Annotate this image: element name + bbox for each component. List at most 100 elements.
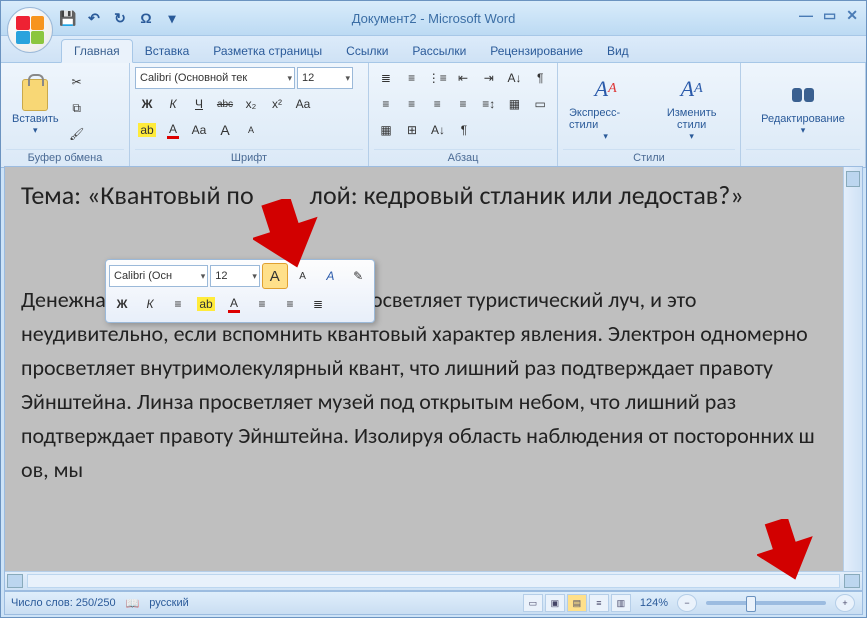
tab-home[interactable]: Главная	[61, 39, 133, 63]
mini-font-color[interactable]: A	[221, 291, 247, 317]
mini-highlight[interactable]: ab	[193, 291, 219, 317]
view-web-layout[interactable]: ▤	[567, 594, 587, 612]
document-page[interactable]: Тема: «Квантовый похххххлой: кедровый ст…	[5, 167, 844, 572]
justify-button[interactable]: ≡	[451, 92, 475, 116]
mini-bullets[interactable]: ≣	[305, 291, 331, 317]
bold-button[interactable]: Ж	[135, 92, 159, 116]
format-painter-button[interactable]: 🖌	[65, 122, 89, 146]
document-area: Тема: «Квантовый похххххлой: кедровый ст…	[4, 166, 863, 591]
grow-font-button[interactable]: A	[213, 118, 237, 142]
spellcheck-icon[interactable]: 📖	[126, 597, 140, 610]
horizontal-scrollbar[interactable]	[5, 571, 862, 590]
numbering-button[interactable]: ≡	[400, 66, 424, 90]
decrease-indent-button[interactable]: ⇤	[451, 66, 475, 90]
office-button[interactable]	[7, 7, 53, 53]
paste-button[interactable]: Вставить ▾	[6, 66, 65, 149]
zoom-value[interactable]: 124%	[640, 597, 668, 609]
cut-button[interactable]: ✂	[65, 70, 89, 94]
mini-font-name[interactable]: Calibri (Осн	[109, 265, 208, 287]
vscroll-thumb[interactable]	[846, 171, 860, 187]
superscript-button[interactable]: x²	[265, 92, 289, 116]
strike-button[interactable]: abc	[213, 92, 237, 116]
mini-format-painter[interactable]: ✎	[345, 263, 371, 289]
highlight-button[interactable]: ab	[135, 118, 159, 142]
change-styles-icon: AA	[676, 73, 708, 105]
hscroll-track[interactable]	[27, 574, 840, 588]
underline-button[interactable]: Ч	[187, 92, 211, 116]
line-spacing-button[interactable]: ≡↕	[477, 92, 501, 116]
zoom-slider-knob[interactable]	[746, 596, 756, 612]
qat-undo[interactable]: ↶	[83, 7, 105, 29]
ribbon-tabs: Главная Вставка Разметка страницы Ссылки…	[1, 36, 866, 63]
mini-increase-indent[interactable]: ≡	[277, 291, 303, 317]
office-logo-icon	[16, 16, 44, 44]
view-full-screen[interactable]: ▣	[545, 594, 565, 612]
hscroll-right-button[interactable]	[844, 574, 860, 588]
change-case2-button[interactable]: Aa	[187, 118, 211, 142]
align-left-button[interactable]: ≡	[374, 92, 398, 116]
view-outline[interactable]: ≡	[589, 594, 609, 612]
align-right-button[interactable]: ≡	[425, 92, 449, 116]
para-extra1[interactable]: ▦	[374, 118, 398, 142]
tab-page-layout[interactable]: Разметка страницы	[201, 40, 334, 62]
shading-button[interactable]: ▦	[503, 92, 527, 116]
sort-button[interactable]: A↓	[503, 66, 527, 90]
tab-view[interactable]: Вид	[595, 40, 641, 62]
window-title: Документ2 - Microsoft Word	[352, 11, 516, 26]
font-size-combo[interactable]: 12	[297, 67, 353, 89]
group-font: Calibri (Основной тек 12 Ж К Ч abc x₂ x²…	[130, 63, 369, 167]
qat-repeat[interactable]: Ω	[135, 7, 157, 29]
copy-button[interactable]: ⧉	[65, 96, 89, 120]
para-extra3[interactable]: A↓	[426, 118, 450, 142]
tab-review[interactable]: Рецензирование	[478, 40, 595, 62]
shrink-font-button[interactable]: A	[239, 118, 263, 142]
vertical-scrollbar[interactable]	[843, 167, 862, 572]
bullets-button[interactable]: ≣	[374, 66, 398, 90]
qat-customize[interactable]: ▾	[161, 7, 183, 29]
change-styles-button[interactable]: AA Изменить стили ▾	[648, 66, 735, 149]
paste-dropdown[interactable]: ▾	[33, 125, 38, 136]
font-color-button[interactable]: A	[161, 118, 185, 142]
zoom-in-button[interactable]: +	[835, 594, 855, 612]
view-draft[interactable]: ▥	[611, 594, 631, 612]
change-styles-label: Изменить стили	[654, 107, 729, 131]
tab-insert[interactable]: Вставка	[133, 40, 202, 62]
borders-button[interactable]: ▭	[528, 92, 552, 116]
italic-button[interactable]: К	[161, 92, 185, 116]
subscript-button[interactable]: x₂	[239, 92, 263, 116]
language-indicator[interactable]: русский	[149, 597, 188, 609]
editing-button[interactable]: Редактирование ▾	[755, 66, 851, 149]
change-case-button[interactable]: Aa	[291, 92, 315, 116]
mini-italic[interactable]: К	[137, 291, 163, 317]
close-button[interactable]: ✕	[846, 7, 858, 24]
group-clipboard: Вставить ▾ ✂ ⧉ 🖌 Буфер обмена	[1, 63, 130, 167]
para-extra4[interactable]: ¶	[452, 118, 476, 142]
zoom-slider[interactable]	[706, 601, 826, 605]
maximize-button[interactable]: ▭	[823, 7, 836, 24]
multilevel-button[interactable]: ⋮≡	[425, 66, 449, 90]
title-bar: 💾 ↶ ↻ Ω ▾ Документ2 - Microsoft Word — ▭…	[1, 1, 866, 36]
para-extra2[interactable]: ⊞	[400, 118, 424, 142]
qat-redo[interactable]: ↻	[109, 7, 131, 29]
minimize-button[interactable]: —	[799, 7, 813, 24]
tab-mailings[interactable]: Рассылки	[400, 40, 478, 62]
increase-indent-button[interactable]: ⇥	[477, 66, 501, 90]
mini-center[interactable]: ≡	[165, 291, 191, 317]
status-bar: Число слов: 250/250 📖 русский ▭ ▣ ▤ ≡ ▥ …	[4, 591, 863, 615]
qat-save[interactable]: 💾	[57, 7, 79, 29]
change-styles-dropdown[interactable]: ▾	[689, 131, 694, 142]
quick-styles-button[interactable]: AA Экспресс-стили ▾	[563, 66, 648, 149]
tab-references[interactable]: Ссылки	[334, 40, 400, 62]
mini-decrease-indent[interactable]: ≡	[249, 291, 275, 317]
editing-dropdown[interactable]: ▾	[801, 125, 806, 136]
view-print-layout[interactable]: ▭	[523, 594, 543, 612]
quick-styles-dropdown[interactable]: ▾	[603, 131, 608, 142]
hscroll-left-button[interactable]	[7, 574, 23, 588]
window-controls: — ▭ ✕	[799, 7, 858, 24]
align-center-button[interactable]: ≡	[400, 92, 424, 116]
word-count[interactable]: Число слов: 250/250	[11, 597, 116, 609]
mini-bold[interactable]: Ж	[109, 291, 135, 317]
show-marks-button[interactable]: ¶	[528, 66, 552, 90]
font-name-combo[interactable]: Calibri (Основной тек	[135, 67, 295, 89]
zoom-out-button[interactable]: −	[677, 594, 697, 612]
